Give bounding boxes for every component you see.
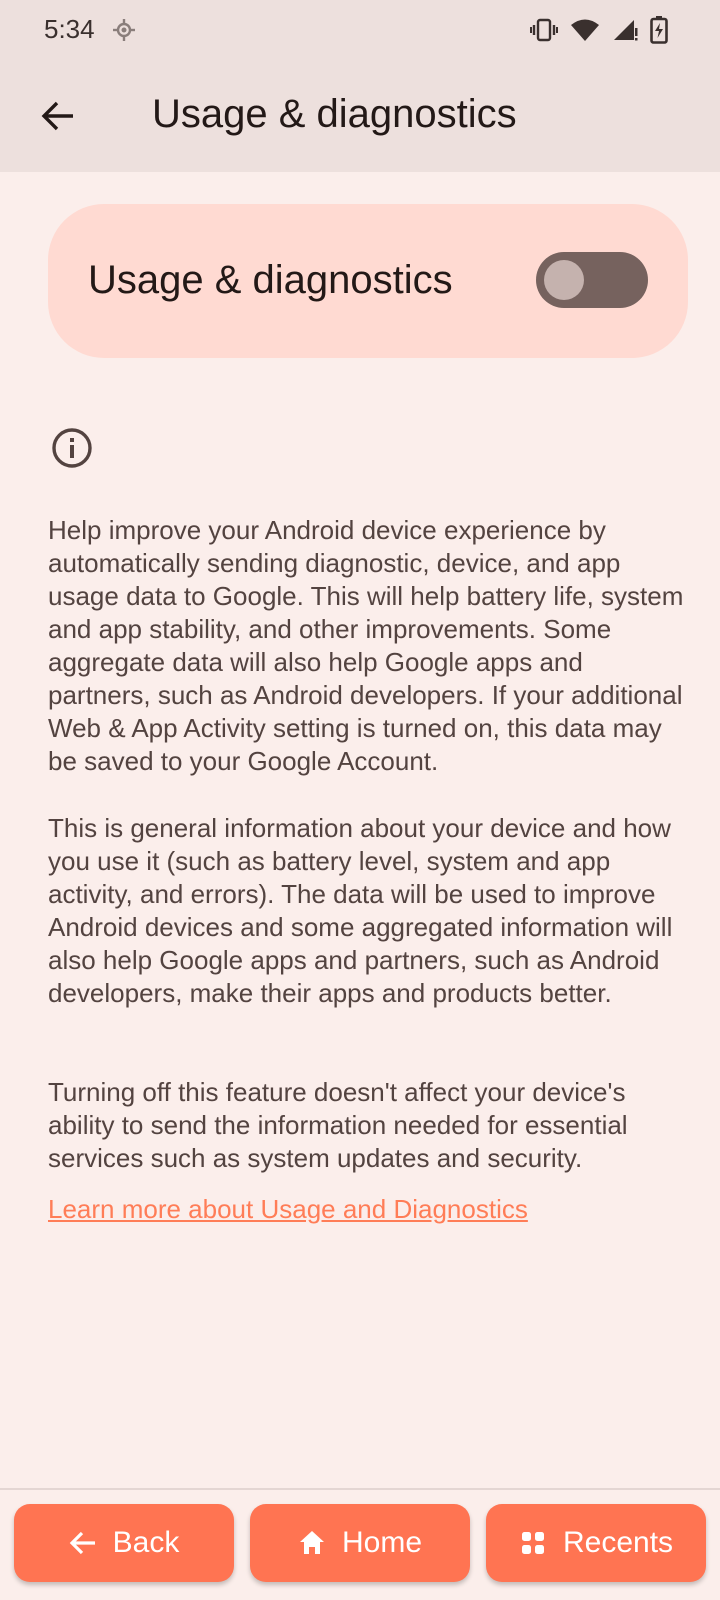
signal-icon <box>612 18 638 42</box>
page-title: Usage & diagnostics <box>152 92 517 136</box>
nav-home-button[interactable]: Home <box>250 1504 470 1582</box>
status-time: 5:34 <box>44 14 95 44</box>
wifi-icon <box>570 18 600 42</box>
arrow-back-icon <box>69 1531 95 1555</box>
toggle-label: Usage & diagnostics <box>88 258 453 302</box>
nav-recents-label: Recents <box>562 1526 674 1559</box>
learn-more-link[interactable]: Learn more about Usage and Diagnostics <box>48 1194 528 1225</box>
usage-diagnostics-toggle-row[interactable]: Usage & diagnostics <box>48 204 688 358</box>
home-icon <box>299 1531 324 1554</box>
status-bar: 5:34 <box>0 0 720 60</box>
vibrate-icon <box>530 18 558 42</box>
back-arrow-button[interactable] <box>32 90 84 142</box>
switch-thumb <box>544 260 584 300</box>
arrow-back-icon <box>41 101 73 131</box>
description-paragraph-1: Help improve your Android device experie… <box>48 515 684 776</box>
bottom-nav-bar: Back Home Recents <box>0 1490 720 1600</box>
description-paragraph-2: This is general information about your d… <box>48 813 673 1008</box>
location-icon <box>112 18 136 42</box>
nav-home-label: Home <box>341 1526 423 1559</box>
recents-icon <box>521 1532 544 1554</box>
nav-recents-button[interactable]: Recents <box>486 1504 706 1582</box>
info-icon <box>50 426 94 470</box>
usage-diagnostics-switch[interactable] <box>536 252 648 308</box>
battery-charging-icon <box>650 16 668 44</box>
app-bar: Usage & diagnostics <box>0 60 720 172</box>
description-paragraph-3: Turning off this feature doesn't affect … <box>48 1077 628 1173</box>
nav-back-button[interactable]: Back <box>14 1504 234 1582</box>
nav-back-label: Back <box>112 1526 180 1559</box>
status-icons <box>530 16 668 44</box>
